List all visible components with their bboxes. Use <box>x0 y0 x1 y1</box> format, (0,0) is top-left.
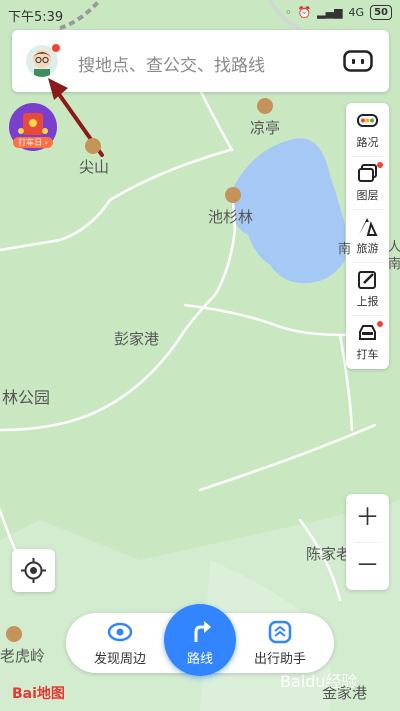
tool-traffic[interactable]: 路况 <box>346 103 389 156</box>
assistant-icon <box>268 620 292 644</box>
locate-button[interactable] <box>12 549 55 592</box>
zoom-out-button[interactable]: － <box>346 542 389 590</box>
map-label-edge3: 南 <box>388 257 400 272</box>
poi-mountain-icon[interactable] <box>85 138 101 154</box>
locate-icon <box>21 558 46 583</box>
map-label-lingongyuan[interactable]: 林公园 <box>2 384 50 408</box>
promo-label: 打车日 › <box>13 137 53 148</box>
tool-taxi[interactable]: 打车 <box>346 315 389 368</box>
watermark: Baidu经验 <box>280 672 358 691</box>
map-label-pengjiagang[interactable]: 彭家港 <box>114 328 159 349</box>
zoom-control: ＋ － <box>346 494 389 590</box>
poi-pavilion-icon[interactable] <box>257 98 273 114</box>
traffic-light-icon <box>357 114 378 127</box>
layers-badge <box>377 162 383 168</box>
map-label-liangting[interactable]: 凉亭 <box>250 117 280 138</box>
tool-report-label: 上报 <box>356 295 379 308</box>
poi-ridge-icon[interactable] <box>6 626 22 642</box>
tool-traffic-label: 路况 <box>356 136 379 149</box>
route-button[interactable]: 路线 <box>164 604 236 676</box>
discover-nearby-label: 发现周边 <box>93 652 146 667</box>
taxi-icon <box>359 325 376 340</box>
travel-assistant-label: 出行助手 <box>253 652 306 667</box>
map-toolbar: 路况 图层 旅游 上报 打车 <box>346 103 389 369</box>
layers-icon <box>358 164 377 182</box>
taxi-badge <box>377 321 383 327</box>
map-label-chenjia[interactable]: 陈家老 <box>306 543 351 564</box>
tool-taxi-label: 打车 <box>356 348 379 361</box>
zoom-in-button[interactable]: ＋ <box>346 494 389 542</box>
tool-travel[interactable]: 旅游 <box>346 209 389 262</box>
logo-text: Bai地图 <box>12 686 65 702</box>
travel-icon <box>359 218 378 236</box>
map-label-chishanlin[interactable]: 池杉林 <box>208 206 253 227</box>
map-label-edge1: 南 <box>338 242 352 257</box>
tool-report[interactable]: 上报 <box>346 262 389 315</box>
map-label-laohuling[interactable]: 老虎岭 <box>0 645 45 666</box>
tool-layers[interactable]: 图层 <box>346 156 389 209</box>
report-icon <box>358 271 376 289</box>
taxi-promo-badge[interactable]: 打车日 › <box>9 103 57 151</box>
tool-layers-label: 图层 <box>356 189 379 202</box>
route-label: 路线 <box>186 652 213 667</box>
eye-icon <box>107 622 133 642</box>
baidu-map-logo: Bai地图 <box>12 683 65 703</box>
poi-forest-icon[interactable] <box>225 187 241 203</box>
tool-travel-label: 旅游 <box>356 242 379 255</box>
travel-assistant-button[interactable]: 出行助手 <box>240 613 320 673</box>
route-arrow-icon <box>194 621 211 642</box>
map-label-jianshan[interactable]: 尖山 <box>79 156 109 177</box>
discover-nearby-button[interactable]: 发现周边 <box>80 613 160 673</box>
